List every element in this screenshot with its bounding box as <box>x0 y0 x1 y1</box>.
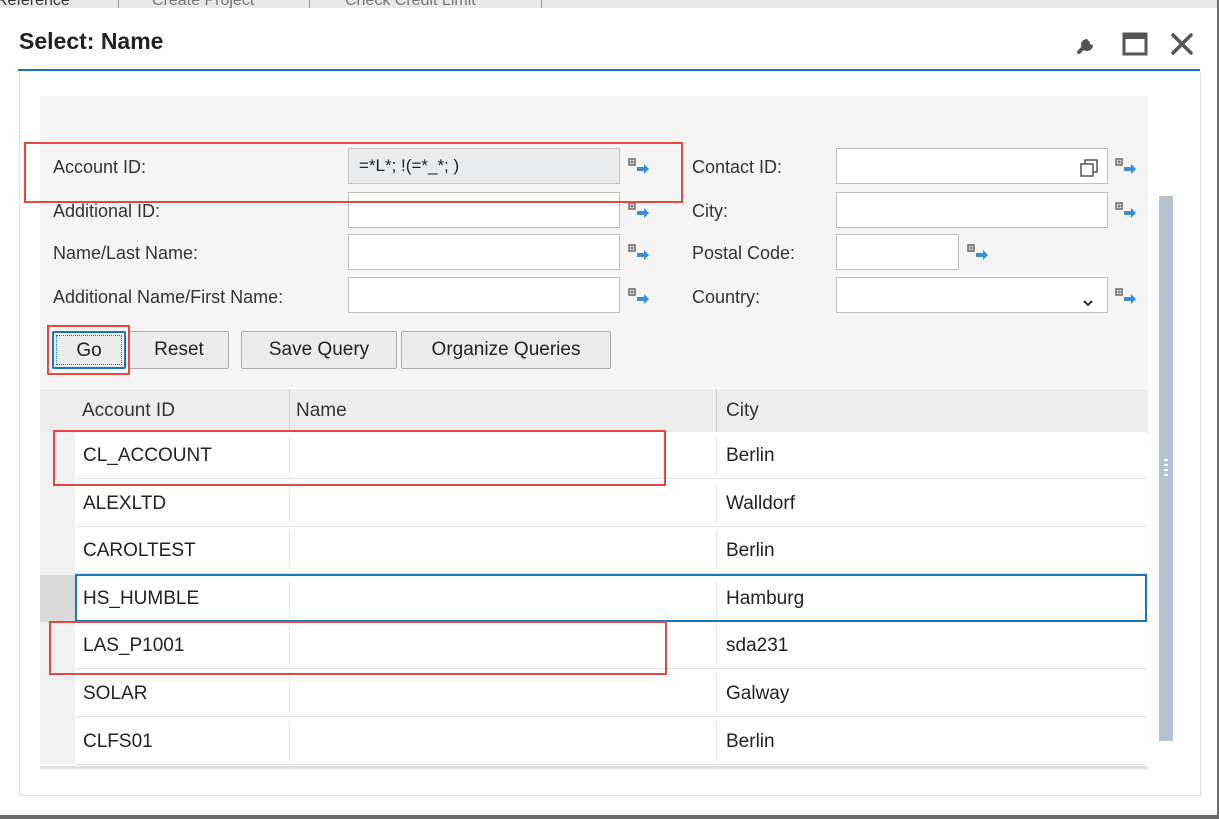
title-divider <box>18 69 1200 71</box>
background-tab-check-credit-limit: Check Credit Limit <box>345 0 476 8</box>
cell-city: Walldorf <box>726 493 795 514</box>
cell-account-id: SOLAR <box>83 683 148 704</box>
cell-city: Berlin <box>726 731 775 752</box>
additional-name-first-name-field[interactable] <box>348 277 620 313</box>
save-query-button[interactable]: Save Query <box>241 331 397 369</box>
value-help-icon[interactable] <box>1114 287 1138 307</box>
value-help-icon[interactable] <box>1114 201 1138 221</box>
account-id-label: Account ID: <box>53 157 147 177</box>
maximize-icon[interactable] <box>1121 30 1149 58</box>
cell-account-id: CLFS01 <box>83 731 153 752</box>
organize-queries-button[interactable]: Organize Queries <box>401 331 611 369</box>
cell-city: Hamburg <box>726 588 805 609</box>
cell-account-id: LAS_P1001 <box>83 635 185 656</box>
background-tab-reference: Reference <box>0 0 70 8</box>
results-table-header: Account ID Name City <box>40 389 1148 433</box>
copy-icon[interactable] <box>1079 156 1099 190</box>
value-help-icon[interactable] <box>1114 157 1138 177</box>
country-label: Country: <box>692 287 761 307</box>
account-id-field[interactable]: =*L*; !(=*_*; ) <box>348 148 620 184</box>
cell-account-id: HS_HUMBLE <box>83 588 200 609</box>
cell-city: Berlin <box>726 445 775 466</box>
name-last-name-label: Name/Last Name: <box>53 243 199 263</box>
additional-name-first-name-label: Additional Name/First Name: <box>53 287 284 307</box>
table-row[interactable]: CL_ACCOUNT Berlin <box>75 432 1147 479</box>
chevron-down-icon[interactable] <box>1081 288 1095 322</box>
wrench-icon[interactable] <box>1073 30 1101 58</box>
name-last-name-field[interactable] <box>348 234 620 270</box>
background-tab-strip: Reference Create Project Check Credit Li… <box>0 0 1219 8</box>
value-help-icon[interactable] <box>627 243 651 263</box>
value-help-icon[interactable] <box>627 157 651 177</box>
cell-city: Galway <box>726 683 790 704</box>
scrollbar-grip-icon <box>1164 459 1168 477</box>
postal-code-field[interactable] <box>836 234 959 270</box>
cell-city: Berlin <box>726 540 775 561</box>
cell-city: sda231 <box>726 635 789 656</box>
close-icon[interactable] <box>1168 30 1196 58</box>
go-button[interactable]: Go <box>52 331 126 369</box>
cell-account-id: ALEXLTD <box>83 493 167 514</box>
table-row[interactable]: SOLAR Galway <box>75 670 1147 717</box>
cell-account-id: CL_ACCOUNT <box>83 445 212 466</box>
reset-button[interactable]: Reset <box>129 331 229 369</box>
city-label: City: <box>692 201 728 221</box>
table-row[interactable]: LAS_P1001 sda231 <box>75 622 1147 669</box>
value-help-icon[interactable] <box>627 287 651 307</box>
city-field[interactable] <box>836 192 1108 228</box>
dialog-title: Select: Name <box>19 28 164 54</box>
additional-id-label: Additional ID: <box>53 201 161 221</box>
vertical-scrollbar[interactable] <box>1159 196 1173 741</box>
column-header-city[interactable]: City <box>726 389 759 432</box>
table-row[interactable]: ALEXLTD Walldorf <box>75 480 1147 527</box>
table-row-focused[interactable]: HS_HUMBLE Hamburg <box>75 574 1147 622</box>
value-help-icon[interactable] <box>627 201 651 221</box>
table-row[interactable]: CAROLTEST Berlin <box>75 527 1147 574</box>
postal-code-label: Postal Code: <box>692 243 796 263</box>
column-header-name[interactable]: Name <box>296 389 347 432</box>
column-header-account-id[interactable]: Account ID <box>82 389 175 432</box>
row-selector-active[interactable] <box>40 575 75 622</box>
cell-account-id: CAROLTEST <box>83 540 196 561</box>
contact-id-field[interactable] <box>836 148 1108 184</box>
table-row[interactable]: CLFS01 Berlin <box>75 718 1147 765</box>
country-select[interactable] <box>836 277 1108 313</box>
value-help-icon[interactable] <box>966 243 990 263</box>
table-bottom-border <box>40 766 1148 769</box>
background-tab-create-project: Create Project <box>152 0 254 8</box>
additional-id-field[interactable] <box>348 192 620 228</box>
contact-id-label: Contact ID: <box>692 157 783 177</box>
dialog-shadow-bottom <box>0 815 1219 819</box>
